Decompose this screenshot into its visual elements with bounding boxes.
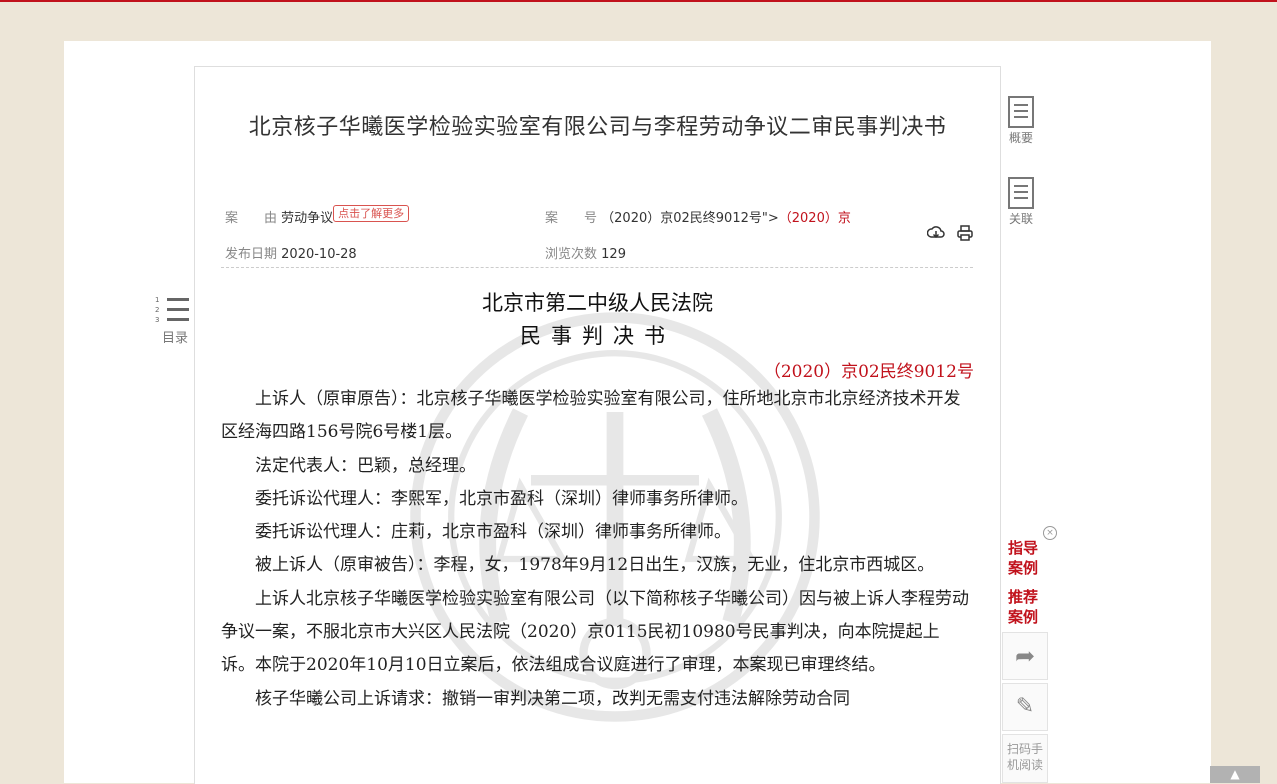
- court-name: 北京市第二中级人民法院: [482, 291, 713, 315]
- guide-case-link[interactable]: 指导案例: [1008, 538, 1048, 578]
- paragraph: 核子华曦公司上诉请求：撤销一审判决第二项，改判无需支付违法解除劳动合同: [255, 688, 850, 709]
- top-accent-line: [0, 0, 1277, 2]
- views-field: 浏览次数 129: [545, 243, 626, 262]
- related-label: 关联: [1008, 212, 1033, 226]
- document-icon: [1008, 177, 1034, 209]
- paragraph: 被上诉人（原审被告）：李程，女，1978年9月12日出生，汉族，无业，住北京市西…: [255, 555, 935, 576]
- table-of-contents-button[interactable]: 1 2 3 目录: [155, 296, 195, 346]
- edit-button[interactable]: ✎: [1002, 683, 1048, 731]
- cause-field: 案 由 劳动争议 点击了解更多: [225, 205, 410, 227]
- related-button[interactable]: 关联: [1004, 177, 1038, 227]
- paragraph: 委托诉讼代理人：庄莉，北京市盈科（深圳）律师事务所律师。: [255, 522, 731, 543]
- views-label: 浏览次数: [545, 247, 598, 262]
- download-icon[interactable]: [926, 224, 945, 246]
- paragraph: 法定代表人：巴颖，总经理。: [255, 455, 476, 476]
- learn-more-tag[interactable]: 点击了解更多: [333, 205, 410, 222]
- case-label: 案 号: [545, 211, 598, 226]
- document-title: 北京核子华曦医学检验实验室有限公司与李程劳动争议二审民事判决书: [248, 115, 947, 140]
- document-icon: [1008, 96, 1034, 128]
- pencil-icon: ✎: [1015, 694, 1035, 719]
- views-value: 129: [601, 247, 626, 262]
- paragraph: 上诉人（原审原告）：北京核子华曦医学检验实验室有限公司，住所地北京市北京经济技术…: [221, 389, 961, 443]
- publish-date-field: 发布日期 2020-10-28: [225, 243, 357, 262]
- recommend-case-link[interactable]: 推荐案例: [1008, 587, 1048, 627]
- paragraph: 上诉人北京核子华曦医学检验实验室有限公司（以下简称核子华曦公司）因与被上诉人李程…: [221, 588, 969, 676]
- share-icon: ➦: [1014, 642, 1036, 670]
- back-to-top-button[interactable]: ▲: [1210, 766, 1260, 783]
- doc-actions: [926, 224, 980, 246]
- meta-divider: [221, 267, 973, 268]
- summary-button[interactable]: 概要: [1004, 96, 1038, 146]
- toc-label: 目录: [161, 331, 188, 346]
- paragraph: 委托诉讼代理人：李熙军，北京市盈科（深圳）律师事务所律师。: [255, 488, 748, 509]
- print-icon[interactable]: [956, 224, 974, 246]
- case-number: （2020）京02民终9012号: [763, 362, 974, 382]
- judgment-body: 上诉人（原审原告）：北京核子华曦医学检验实验室有限公司，住所地北京市北京经济技术…: [221, 383, 971, 716]
- scan-qr-button[interactable]: 扫码手机阅读: [1002, 734, 1048, 783]
- list-icon: 1 2 3: [155, 296, 195, 326]
- cause-label: 案 由: [225, 211, 278, 226]
- cause-value: 劳动争议: [281, 211, 334, 226]
- share-button[interactable]: ➦: [1002, 632, 1048, 680]
- date-value: 2020-10-28: [281, 247, 357, 262]
- document-type: 民事判决书: [520, 324, 675, 348]
- arrow-up-icon: ▲: [1230, 767, 1240, 781]
- date-label: 发布日期: [225, 247, 278, 262]
- judgment-document: 北京核子华曦医学检验实验室有限公司与李程劳动争议二审民事判决书 案 由 劳动争议…: [194, 66, 1001, 784]
- summary-label: 概要: [1008, 131, 1033, 145]
- case-number-field: 案 号 （2020）京02民终9012号">（2020）京: [545, 207, 860, 226]
- case-value: （2020）京02民终9012号">: [601, 211, 779, 226]
- case-value-red: （2020）京: [778, 211, 851, 226]
